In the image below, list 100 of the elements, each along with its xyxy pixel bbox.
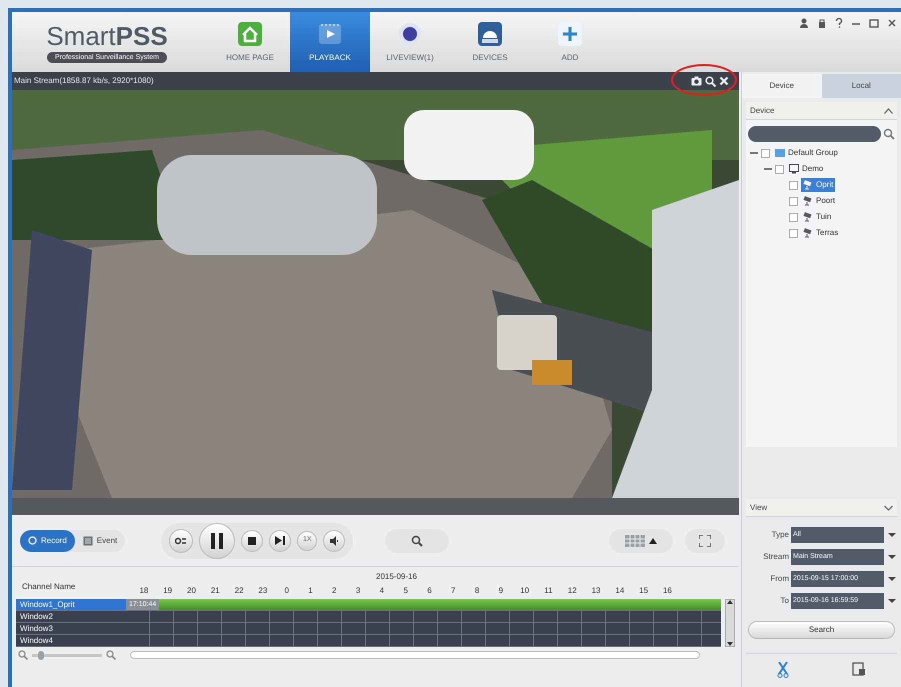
nav-tab[interactable]: PLAYBACK	[290, 12, 370, 72]
panel-tab[interactable]: Local	[822, 74, 901, 98]
zoom-in-icon[interactable]	[106, 650, 116, 660]
lock-icon[interactable]	[817, 18, 827, 28]
hour-label: 0	[283, 585, 290, 597]
sync-button[interactable]	[169, 528, 194, 552]
hour-label: 23	[257, 585, 268, 597]
scissors-icon[interactable]	[777, 662, 790, 678]
checkbox[interactable]	[775, 164, 784, 174]
monitor-icon	[789, 164, 799, 174]
hour-label: 4	[378, 585, 386, 597]
next-frame-button[interactable]	[269, 530, 292, 552]
pause-icon	[210, 532, 224, 548]
zoom-icon[interactable]	[705, 76, 716, 86]
app-logo: SmartPSS	[46, 22, 168, 50]
hour-label: 21	[210, 585, 221, 597]
scrollbar[interactable]	[725, 599, 735, 647]
cctv-camera-icon	[803, 212, 813, 222]
tree-item[interactable]: Demo	[787, 162, 826, 176]
search-button[interactable]	[385, 528, 450, 552]
stop-icon	[248, 536, 256, 544]
close-icon[interactable]	[887, 18, 897, 28]
nav-tab[interactable]: HOME PAGE	[210, 12, 290, 72]
horizontal-scrollbar[interactable]	[130, 651, 700, 659]
panel-title: Device	[750, 104, 774, 116]
maximize-icon[interactable]	[869, 18, 879, 28]
hour-label: 19	[162, 585, 174, 597]
cctv-camera-icon	[803, 180, 813, 190]
slider-thumb[interactable]	[38, 650, 44, 660]
hour-label: 3	[354, 585, 362, 597]
nav-tab[interactable]: LIVEVIEW(1)	[370, 12, 450, 72]
channel-name[interactable]: Window4	[16, 635, 126, 646]
tree-item[interactable]: Oprit	[801, 178, 836, 192]
checkbox[interactable]	[789, 196, 798, 206]
hour-label: 8	[474, 585, 480, 597]
panel-tab[interactable]: Device	[742, 74, 822, 98]
checkbox[interactable]	[761, 148, 770, 158]
hour-label: 18	[138, 585, 150, 597]
camera-lens-icon	[396, 20, 424, 48]
field-label: To	[780, 595, 790, 607]
mode-tab[interactable]: Event	[74, 530, 126, 552]
search-icon[interactable]	[883, 128, 895, 140]
folder-icon	[775, 148, 785, 158]
help-icon[interactable]	[835, 18, 843, 28]
user-icon[interactable]	[799, 18, 809, 28]
collapse-icon[interactable]	[884, 108, 893, 114]
up-arrow-icon	[727, 600, 733, 604]
field-label: Type	[770, 529, 790, 541]
search-icon	[411, 534, 424, 546]
timeline-date: 2015-09-16	[376, 571, 417, 583]
camera-icon[interactable]	[691, 76, 702, 86]
channel-name[interactable]: Window3	[16, 623, 126, 634]
hour-label: 13	[590, 585, 602, 597]
hour-label: 2	[331, 585, 338, 597]
grid-icon	[625, 534, 645, 546]
mode-tab[interactable]: Record	[20, 530, 75, 552]
hour-label: 9	[498, 585, 504, 597]
cctv-camera-icon	[803, 196, 813, 206]
channel-name[interactable]: Window1_Oprit	[16, 599, 126, 610]
list-icon	[82, 536, 93, 546]
checkbox[interactable]	[789, 180, 798, 190]
hour-label: 12	[566, 585, 578, 597]
export-icon[interactable]	[852, 662, 866, 676]
hour-label: 6	[426, 585, 433, 597]
expand-icon	[699, 534, 711, 546]
channel-name[interactable]: Window2	[16, 611, 126, 622]
hour-label: 16	[662, 585, 673, 597]
speaker-icon	[329, 536, 340, 546]
hour-label: 15	[638, 585, 650, 597]
hour-label: 11	[543, 585, 554, 597]
field-label: From	[769, 573, 790, 585]
checkbox[interactable]	[789, 228, 798, 238]
nav-tab[interactable]: ADD	[530, 12, 610, 72]
expand-icon[interactable]	[884, 504, 893, 510]
stop-button[interactable]	[241, 530, 264, 552]
checkbox[interactable]	[789, 212, 798, 222]
hour-label: 5	[402, 585, 409, 597]
plus-icon	[556, 20, 584, 48]
circle-icon	[28, 536, 37, 545]
dropdown-arrow-icon[interactable]	[887, 552, 897, 562]
hour-label: 14	[614, 585, 626, 597]
hour-label: 20	[186, 585, 197, 597]
dropdown-arrow-icon[interactable]	[887, 574, 897, 584]
sync-icon	[175, 536, 188, 546]
hour-label: 10	[519, 585, 530, 597]
search-field[interactable]	[748, 126, 881, 142]
dropdown-arrow-icon[interactable]	[887, 530, 897, 540]
field-label: Stream	[762, 551, 790, 563]
pause-button[interactable]	[199, 522, 236, 558]
dropdown-arrow-icon[interactable]	[887, 596, 897, 606]
tree-item[interactable]: Terras	[801, 226, 840, 240]
zoom-out-icon[interactable]	[18, 650, 28, 660]
volume-button[interactable]	[323, 530, 346, 552]
cctv-camera-icon	[803, 228, 813, 238]
tree-item[interactable]: Default Group	[773, 146, 840, 160]
nav-tab[interactable]: DEVICES	[450, 12, 530, 72]
tree-item[interactable]: Tuin	[801, 210, 834, 224]
caret-icon	[649, 538, 657, 544]
tree-item[interactable]: Poort	[801, 194, 838, 208]
search-button[interactable]: Search	[748, 621, 895, 639]
